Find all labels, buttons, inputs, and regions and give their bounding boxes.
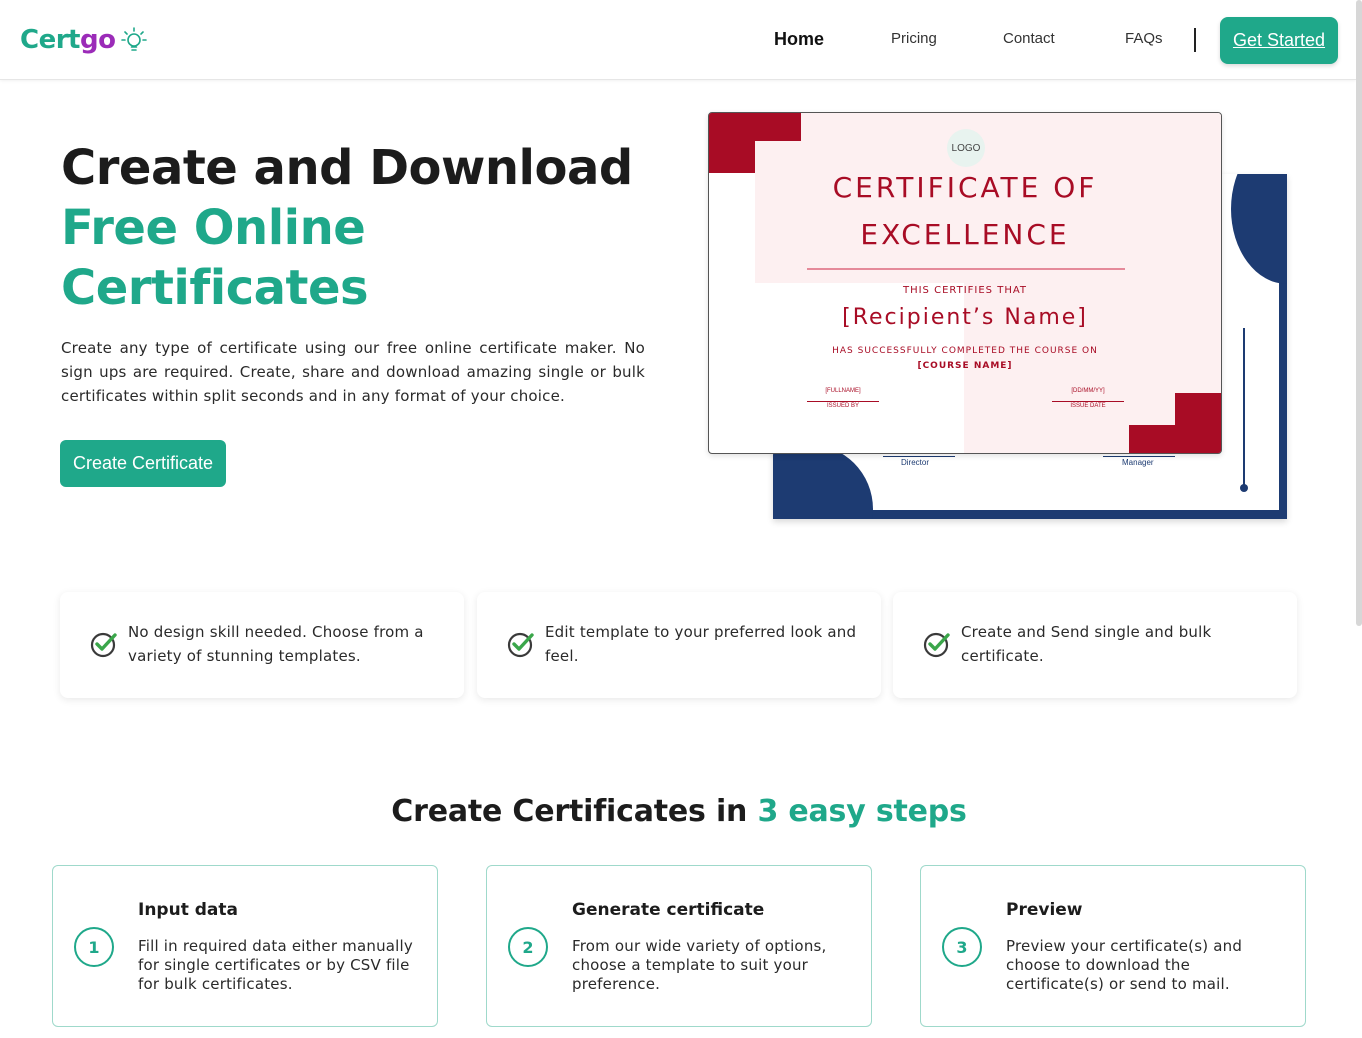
certificate-recipient: [Recipient’s Name] xyxy=(842,305,1088,330)
feature-text: Edit template to your preferred look and… xyxy=(545,623,857,665)
brand-logo[interactable]: Certgo xyxy=(20,22,148,58)
certificate-sig-right-label: ISSUE DATE xyxy=(1070,403,1106,409)
step-title: Generate certificate xyxy=(572,900,765,920)
step-card: 3 Preview Preview your certificate(s) an… xyxy=(920,865,1306,1027)
brand-name: Certgo xyxy=(20,25,116,55)
nav-faqs[interactable]: FAQs xyxy=(1125,30,1163,47)
certificate-certifies: THIS CERTIFIES THAT xyxy=(902,285,1028,296)
check-circle-icon xyxy=(90,632,117,658)
step-number: 1 xyxy=(74,927,114,967)
navbar: Certgo Home Pricing Contact FAQs Get Sta… xyxy=(0,0,1356,80)
step-title: Preview xyxy=(1006,900,1083,920)
feature-text: Create and Send single and bulk certific… xyxy=(961,623,1212,665)
scrollbar-thumb[interactable] xyxy=(1356,0,1362,626)
nav-divider xyxy=(1194,28,1196,52)
certificate-logo: LOGO xyxy=(947,129,985,167)
step-title: Input data xyxy=(138,900,238,920)
nav-contact[interactable]: Contact xyxy=(1003,30,1055,47)
lightbulb-icon xyxy=(121,27,148,51)
hero-title-line3: Certificates xyxy=(61,260,369,316)
step-card: 1 Input data Fill in required data eithe… xyxy=(52,865,438,1027)
feature-card: Edit template to your preferred look and… xyxy=(477,592,881,698)
certificate-title-line2: EXCELLENCE xyxy=(860,218,1070,251)
step-description: Preview your certificate(s) and choose t… xyxy=(1006,937,1243,993)
feature-card: Create and Send single and bulk certific… xyxy=(893,592,1297,698)
nav-pricing[interactable]: Pricing xyxy=(891,30,937,47)
certificate-sig-left-value: [FULLNAME] xyxy=(825,388,861,394)
back-sig-director: Director xyxy=(901,458,930,467)
feature-text: No design skill needed. Choose from a va… xyxy=(128,623,424,665)
feature-card: No design skill needed. Choose from a va… xyxy=(60,592,464,698)
step-number: 2 xyxy=(508,927,548,967)
check-circle-icon xyxy=(923,632,950,658)
step-number: 3 xyxy=(942,927,982,967)
nav-home[interactable]: Home xyxy=(774,29,824,50)
get-started-button[interactable]: Get Started xyxy=(1220,17,1338,64)
step-description: From our wide variety of options, choose… xyxy=(572,937,827,993)
hero-title-line2: Free Online xyxy=(61,200,366,256)
certificate-preview-illustration: LOGO CERTIFICATE OF EXCELLENCE THIS CERT… xyxy=(708,112,1222,454)
certificate-completed: HAS SUCCESSFULLY COMPLETED THE COURSE ON xyxy=(832,346,1098,356)
certificate-course: [COURSE NAME] xyxy=(917,361,1013,371)
create-certificate-button[interactable]: Create Certificate xyxy=(60,440,226,487)
hero-description: Create any type of certificate using our… xyxy=(61,339,645,405)
hero-title: Create and Download Free Online Certific… xyxy=(61,138,633,318)
certificate-sig-left-label: ISSUED BY xyxy=(826,403,859,409)
steps-section-title: Create Certificates in 3 easy steps xyxy=(391,794,967,829)
step-description: Fill in required data either manually fo… xyxy=(138,937,413,993)
certificate-sig-right-value: [DD/MM/YY] xyxy=(1071,388,1105,394)
back-sig-manager: Manager xyxy=(1122,458,1154,467)
step-card: 2 Generate certificate From our wide var… xyxy=(486,865,872,1027)
hero-title-line1: Create and Download xyxy=(61,140,633,196)
certificate-title-line1: CERTIFICATE OF xyxy=(832,171,1098,204)
check-circle-icon xyxy=(507,632,534,658)
